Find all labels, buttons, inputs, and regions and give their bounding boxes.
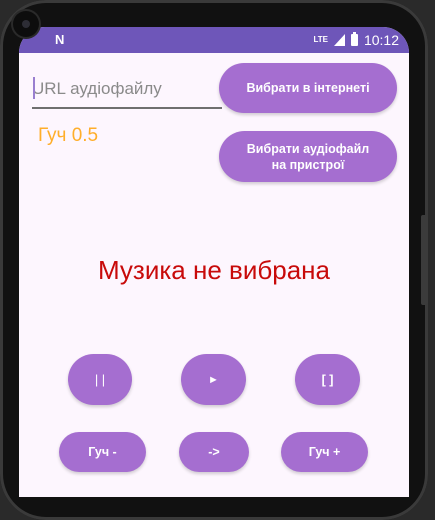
phone-frame: N LTE 10:12 Вибрати в інтернеті Вибрати … xyxy=(0,0,428,520)
pick-from-internet-button[interactable]: Вибрати в інтернеті xyxy=(219,63,397,113)
stop-button[interactable]: [ ] xyxy=(295,354,360,405)
playback-status-text: Музика не вибрана xyxy=(97,255,331,285)
notification-icon: N xyxy=(55,32,65,47)
battery-icon xyxy=(350,32,358,46)
volume-down-button[interactable]: Гуч - xyxy=(59,432,146,472)
volume-label: Гуч 0.5 xyxy=(38,125,99,146)
play-button[interactable]: ► xyxy=(181,354,246,405)
url-input[interactable] xyxy=(32,71,222,109)
signal-icon xyxy=(333,34,345,46)
next-button[interactable]: -> xyxy=(179,432,249,472)
volume-up-button[interactable]: Гуч + xyxy=(281,432,368,472)
text-cursor xyxy=(33,77,35,99)
camera-lens xyxy=(22,20,30,28)
app-screen: N LTE 10:12 Вибрати в інтернеті Вибрати … xyxy=(19,27,409,497)
pick-from-device-button[interactable]: Вибрати аудіофайл на пристрої xyxy=(219,131,397,182)
status-time: 10:12 xyxy=(363,32,399,48)
front-camera xyxy=(13,11,39,37)
side-button xyxy=(421,215,428,305)
network-type-label: LTE xyxy=(313,35,328,44)
status-icons: LTE 10:12 xyxy=(313,32,399,48)
status-bar: N LTE 10:12 xyxy=(19,27,409,53)
pause-button[interactable]: | | xyxy=(68,354,132,405)
